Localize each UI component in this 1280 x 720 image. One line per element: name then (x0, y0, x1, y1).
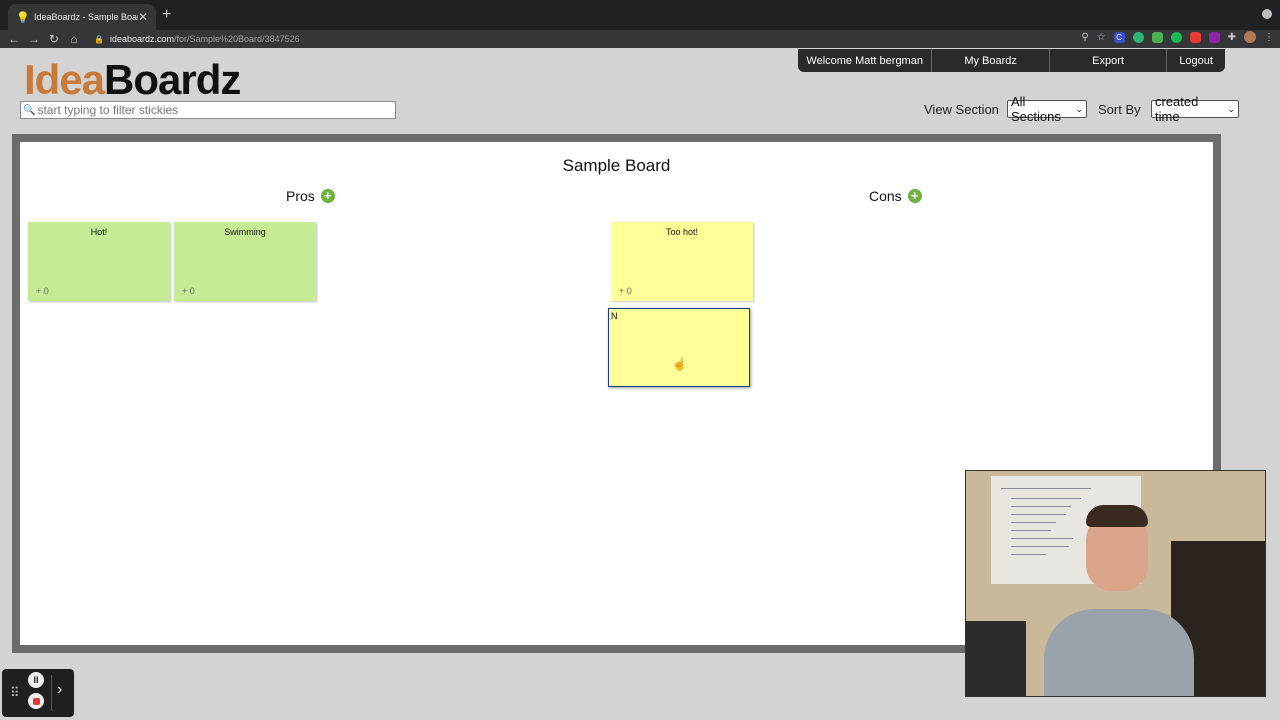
logout-link[interactable]: Logout (1167, 49, 1225, 72)
search-icon: 🔍 (23, 104, 36, 116)
sticky-note[interactable]: Swimming + 0 (174, 222, 316, 301)
section-header-pros: Pros + (286, 188, 335, 204)
forward-icon[interactable]: → (24, 32, 44, 46)
extension-purple-icon[interactable] (1208, 31, 1220, 43)
chevron-right-icon[interactable]: › (57, 681, 62, 699)
extension-spotify-icon[interactable] (1170, 31, 1182, 43)
export-link[interactable]: Export (1050, 49, 1168, 72)
address-bar[interactable]: 🔒 ideaboardz.com /for/Sample%20Board/384… (94, 32, 300, 46)
more-menu-icon[interactable]: ⋮ (1264, 32, 1274, 43)
reload-icon[interactable]: ↻ (44, 32, 64, 46)
webcam-overlay (965, 470, 1266, 697)
home-icon[interactable]: ⌂ (64, 32, 84, 46)
url-host: ideaboardz.com (109, 34, 175, 44)
zoom-icon[interactable]: ⚲ (1081, 32, 1088, 43)
chevron-down-icon: ⌄ (1075, 103, 1083, 114)
top-navigation: Welcome Matt bergman My Boardz Export Lo… (798, 49, 1225, 72)
add-sticky-pros-button[interactable]: + (320, 189, 335, 203)
extension-sheet-icon[interactable] (1151, 31, 1163, 43)
person (1044, 609, 1194, 696)
filter-placeholder: start typing to filter stickies (37, 103, 179, 117)
new-tab-icon[interactable]: + (162, 6, 171, 24)
filter-stickies-input[interactable]: 🔍 start typing to filter stickies (20, 101, 396, 119)
tab-title: IdeaBoardz - Sample Board (34, 12, 138, 22)
extension-record-icon[interactable] (1189, 31, 1201, 43)
sticky-note[interactable]: Hot! + 0 (28, 222, 170, 301)
board-title: Sample Board (562, 156, 671, 175)
sort-by-select[interactable]: created time ⌄ (1151, 94, 1239, 124)
back-icon[interactable]: ← (4, 32, 24, 46)
extension-c-icon[interactable]: C (1113, 31, 1125, 43)
chevron-down-icon: ⌄ (1227, 103, 1235, 114)
drag-handle-icon[interactable]: ⠿ (10, 685, 20, 701)
close-tab-icon[interactable]: ✕ (138, 10, 148, 24)
browser-nav-bar: ← → ↻ ⌂ 🔒 ideaboardz.com /for/Sample%20B… (0, 30, 1280, 48)
new-sticky-textarea[interactable]: N (608, 308, 750, 387)
view-section-select[interactable]: All Sections ⌄ (1007, 94, 1087, 124)
my-boardz-link[interactable]: My Boardz (932, 49, 1050, 72)
lightbulb-favicon-icon: 💡 (16, 11, 30, 24)
vote-count[interactable]: + 0 (619, 286, 632, 296)
url-path: /for/Sample%20Board/3847526 (174, 34, 300, 44)
recorder-controls: ⠿ II › (2, 669, 74, 717)
sort-by-label: Sort By (1098, 102, 1141, 117)
add-sticky-cons-button[interactable]: + (907, 189, 922, 203)
sticky-note[interactable]: Too hot! + 0 (611, 222, 753, 301)
browser-tab-bar: 💡 IdeaBoardz - Sample Board ✕ + (0, 0, 1280, 30)
lock-icon: 🔒 (94, 34, 104, 44)
ideaboardz-logo[interactable]: IdeaBoardz (24, 58, 241, 102)
pause-icon[interactable]: II (28, 672, 44, 688)
toolbar-icons: ⚲ ☆ C ✚ ⋮ (1081, 31, 1274, 43)
section-header-cons: Cons + (869, 188, 922, 204)
extension-grammarly-icon[interactable] (1132, 31, 1144, 43)
bookmark-star-icon[interactable]: ☆ (1097, 32, 1106, 43)
profile-avatar[interactable] (1244, 31, 1256, 43)
vote-count[interactable]: + 0 (182, 286, 195, 296)
hand-cursor-icon: ☝ (672, 357, 687, 371)
browser-tab[interactable]: 💡 IdeaBoardz - Sample Board ✕ (8, 4, 156, 30)
vote-count[interactable]: + 0 (36, 286, 49, 296)
stop-recording-icon[interactable] (28, 693, 44, 709)
desk (966, 621, 1026, 696)
welcome-link[interactable]: Welcome Matt bergman (798, 49, 933, 72)
browser-menu-icon[interactable] (1262, 9, 1272, 19)
extensions-puzzle-icon[interactable]: ✚ (1228, 32, 1236, 43)
view-section-label: View Section (924, 102, 999, 117)
